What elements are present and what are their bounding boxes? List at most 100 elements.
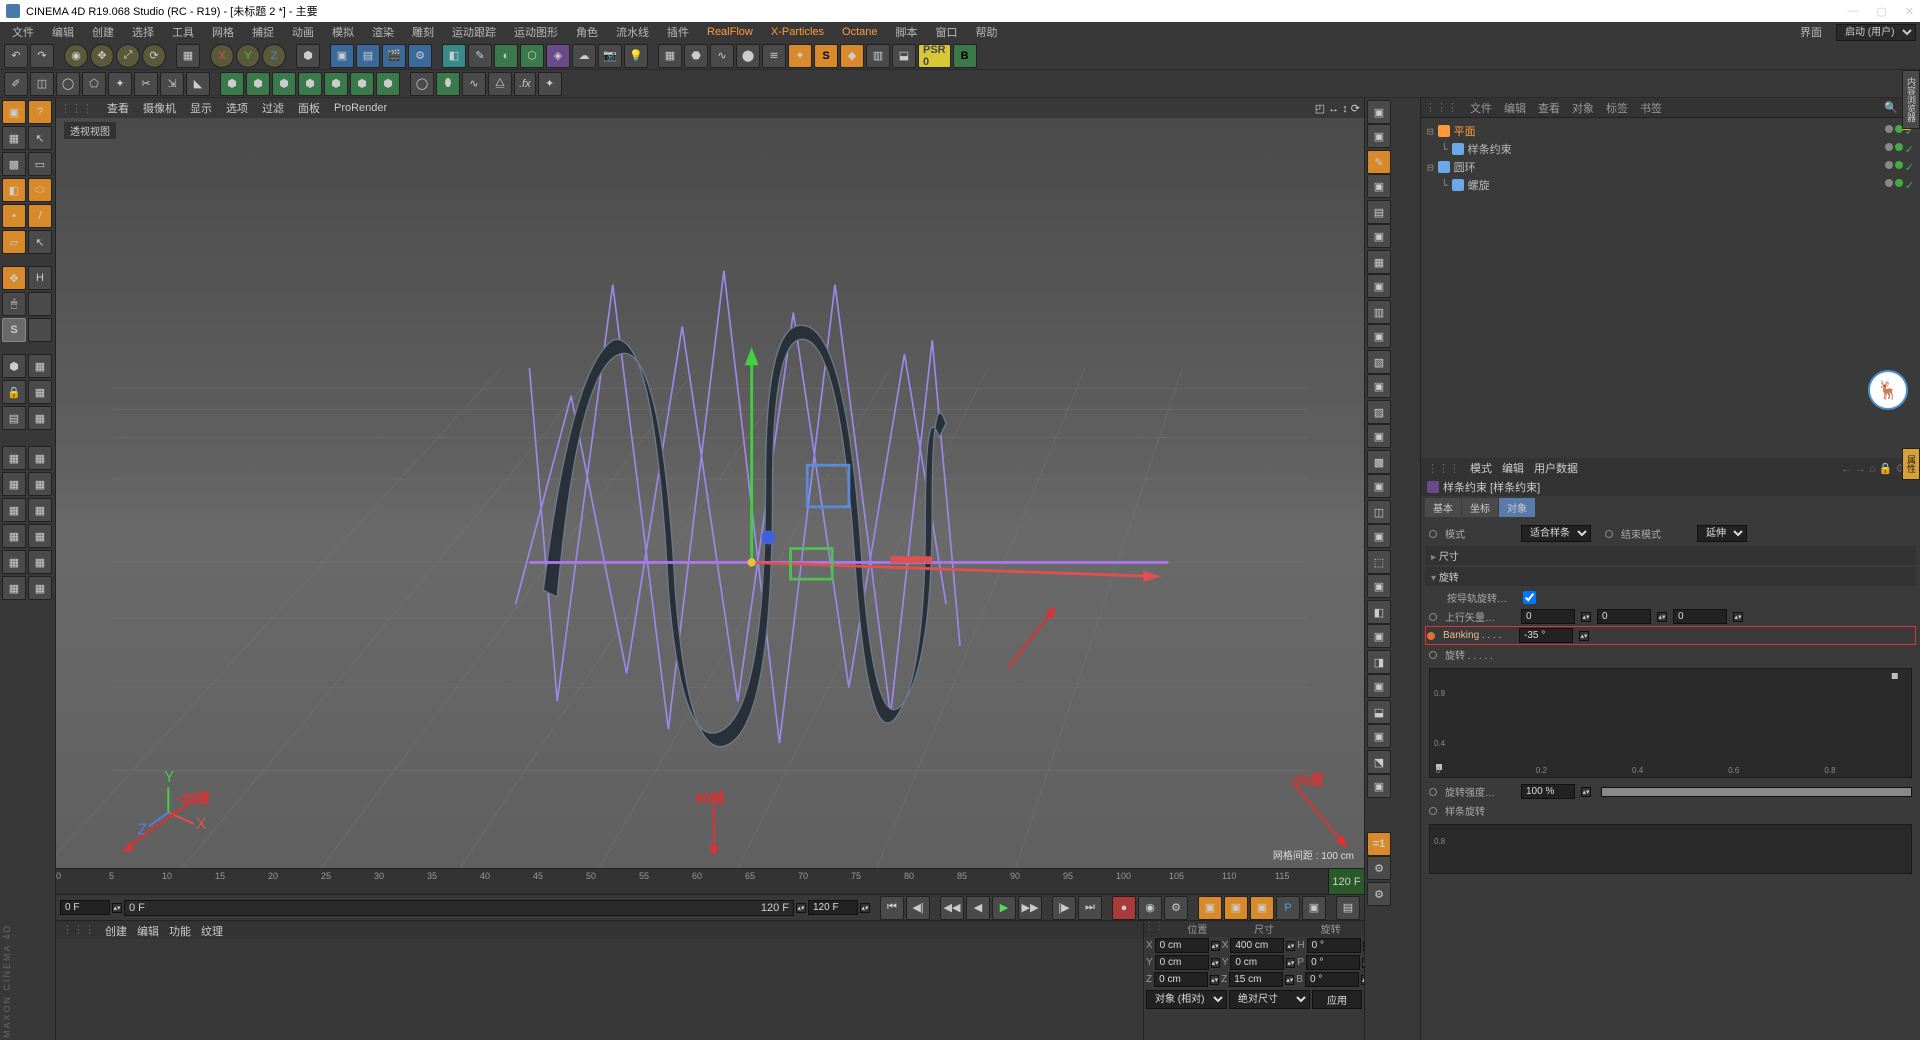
keysel4-icon[interactable]: P: [1276, 896, 1300, 920]
attr-tab-mode[interactable]: 模式: [1470, 460, 1492, 476]
dynamics-icon[interactable]: ⬤: [736, 44, 760, 68]
attr-tab-edit[interactable]: 编辑: [1502, 460, 1524, 476]
snap-s-icon[interactable]: S: [2, 318, 26, 342]
menu-snap[interactable]: 捕捉: [244, 22, 282, 42]
timeline-current[interactable]: 0 F: [129, 902, 145, 914]
play-back-icon[interactable]: ◀◀: [940, 896, 964, 920]
r6b-icon[interactable]: ▣: [1367, 374, 1391, 398]
g7-icon[interactable]: ⬢: [376, 72, 400, 96]
keysel1-icon[interactable]: ▣: [1198, 896, 1222, 920]
r11b-icon[interactable]: ▣: [1367, 624, 1391, 648]
spinner3-icon[interactable]: ▴▾: [860, 903, 870, 913]
coord-rot-field[interactable]: [1306, 955, 1360, 970]
blank1-icon[interactable]: [28, 292, 52, 316]
goto-end-icon[interactable]: ⏭: [1078, 896, 1102, 920]
min-button[interactable]: —: [1847, 5, 1858, 18]
menu-help[interactable]: 帮助: [968, 22, 1006, 42]
autokey-icon[interactable]: ◉: [1138, 896, 1162, 920]
hier-tab-tag[interactable]: 标签: [1606, 100, 1628, 116]
grid3-icon[interactable]: ▦: [28, 406, 52, 430]
side-tab-content-browser[interactable]: 内容浏览器: [1902, 70, 1920, 129]
r13-icon[interactable]: ⬓: [1367, 700, 1391, 724]
menu-char[interactable]: 角色: [568, 22, 606, 42]
pal2-icon[interactable]: ▦: [28, 446, 52, 470]
xp2-icon[interactable]: S: [814, 44, 838, 68]
coord-pos-field[interactable]: [1155, 955, 1209, 970]
scale-icon[interactable]: ⤢: [116, 44, 140, 68]
menu-file[interactable]: 文件: [4, 22, 42, 42]
status-tab-tex[interactable]: 纹理: [201, 923, 223, 937]
mograph-icon[interactable]: ⬣: [684, 44, 708, 68]
axis-x-icon[interactable]: X: [210, 44, 234, 68]
vp-tab-camera[interactable]: 摄像机: [143, 100, 176, 116]
select-live-icon[interactable]: ◉: [64, 44, 88, 68]
psr-icon[interactable]: PSR0: [918, 44, 951, 68]
attr-rotate-graph[interactable]: 0.8 0.4 0 0.2 0.4 0.6 0.8: [1429, 668, 1912, 778]
pal11-icon[interactable]: ▦: [2, 576, 26, 600]
attr-mode-select[interactable]: 适合样条: [1521, 525, 1591, 542]
coord-sys-icon[interactable]: ⬢: [296, 44, 320, 68]
hier-tab-view[interactable]: 查看: [1538, 100, 1560, 116]
xp3-icon[interactable]: ◆: [840, 44, 864, 68]
workplane-icon[interactable]: ◧: [2, 178, 26, 202]
lasso2-icon[interactable]: ⬭: [28, 178, 52, 202]
menu-render[interactable]: 渲染: [364, 22, 402, 42]
r10-icon[interactable]: ⬚: [1367, 550, 1391, 574]
camera-icon[interactable]: 📷: [598, 44, 622, 68]
magnet-icon[interactable]: ⬢: [2, 354, 26, 378]
sp-icon[interactable]: ▴▾: [1581, 787, 1591, 797]
pal1-icon[interactable]: ▦: [2, 446, 26, 470]
grid1-icon[interactable]: ▦: [28, 354, 52, 378]
pal5-icon[interactable]: ▦: [2, 498, 26, 522]
keysel2-icon[interactable]: ▣: [1224, 896, 1248, 920]
coord-size-field[interactable]: [1230, 955, 1284, 970]
pal3-icon[interactable]: ▦: [2, 472, 26, 496]
pal7-icon[interactable]: ▦: [2, 524, 26, 548]
menu-plugin[interactable]: 插件: [659, 22, 697, 42]
r-eq-icon[interactable]: =1: [1367, 832, 1391, 856]
goto-start-icon[interactable]: ⏮: [880, 896, 904, 920]
coord-pos-field[interactable]: [1155, 938, 1209, 953]
vp-tab-prorender[interactable]: ProRender: [334, 102, 387, 114]
record-icon[interactable]: ●: [1112, 896, 1136, 920]
edge-mode-icon[interactable]: /: [28, 204, 52, 228]
attr-tab-object[interactable]: 对象: [1499, 498, 1535, 517]
r2b-icon[interactable]: ▣: [1367, 174, 1391, 198]
deformer-icon[interactable]: ◈: [546, 44, 570, 68]
pointer-icon[interactable]: ↖: [28, 126, 52, 150]
menu-create[interactable]: 创建: [84, 22, 122, 42]
coord-rot-field[interactable]: [1307, 938, 1361, 953]
menu-xparticles[interactable]: X-Particles: [763, 24, 832, 40]
hair-icon[interactable]: ∿: [710, 44, 734, 68]
menu-select[interactable]: 选择: [124, 22, 162, 42]
rotate-icon[interactable]: ⟳: [142, 44, 166, 68]
magic-wand-icon[interactable]: ✦: [108, 72, 132, 96]
menu-sim[interactable]: 模拟: [324, 22, 362, 42]
r7-icon[interactable]: ▨: [1367, 400, 1391, 424]
r1-icon[interactable]: ▣: [1367, 100, 1391, 124]
timeline-ruler[interactable]: 0510152025303540455055606570758085909510…: [56, 868, 1364, 894]
r9b-icon[interactable]: ▣: [1367, 524, 1391, 548]
coord-pos-field[interactable]: [1154, 972, 1208, 987]
hierarchy-item[interactable]: └ 样条约束 ✓: [1425, 140, 1916, 158]
max-button[interactable]: ▢: [1876, 5, 1886, 18]
play-rev-icon[interactable]: ◀: [966, 896, 990, 920]
r3b-icon[interactable]: ▣: [1367, 224, 1391, 248]
r7b-icon[interactable]: ▣: [1367, 424, 1391, 448]
sp-icon[interactable]: ▴▾: [1733, 612, 1743, 622]
grid2-icon[interactable]: ▦: [28, 380, 52, 404]
point-mode-icon[interactable]: •: [2, 204, 26, 228]
menu-script[interactable]: 脚本: [888, 22, 926, 42]
selection-rect-icon[interactable]: ◫: [30, 72, 54, 96]
timeline-start-field[interactable]: [60, 900, 110, 915]
spline-circle-icon[interactable]: ◯: [410, 72, 434, 96]
menu-sculpt[interactable]: 雕刻: [404, 22, 442, 42]
redo-icon[interactable]: ↷: [30, 44, 54, 68]
timeline-range-field[interactable]: [808, 900, 858, 915]
g4-icon[interactable]: ⬢: [298, 72, 322, 96]
menu-tools[interactable]: 工具: [164, 22, 202, 42]
r3-icon[interactable]: ▤: [1367, 200, 1391, 224]
pal4-icon[interactable]: ▦: [28, 472, 52, 496]
keysel5-icon[interactable]: ▣: [1302, 896, 1326, 920]
menu-track[interactable]: 运动跟踪: [444, 22, 504, 42]
